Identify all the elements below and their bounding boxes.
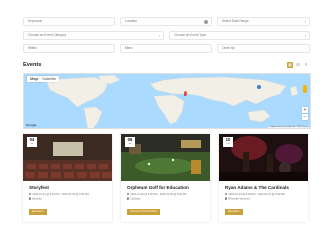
event-category-tag[interactable]: Concert & Performance (127, 209, 161, 215)
event-venue: Riverside Ventures (225, 197, 250, 200)
event-datetime-text: 2024-01-04 @ 6:30 PM - 2024-01-04 @ 9:00… (32, 193, 89, 197)
type-select[interactable]: Choose an Event Type › (169, 31, 310, 40)
street-view-icon[interactable] (303, 85, 307, 93)
location-pin-icon (127, 197, 129, 200)
google-logo: Google (26, 123, 37, 127)
date-range-placeholder: Select Date Range (222, 19, 249, 23)
event-venue-text: Sanorita (32, 197, 42, 201)
event-datetime-text: 2024-01-06 @ 6:00 PM - 2024-01-06 @ 8:00… (130, 193, 187, 197)
within-select[interactable]: Within (23, 44, 115, 53)
event-datetime: 2024-01-10 @ 6:00 PM - 2024-01-10 @ 9:00… (225, 193, 285, 196)
category-placeholder: Choose an Event Category (28, 33, 67, 37)
keywords-input[interactable]: Keywords (23, 17, 115, 26)
grid-view-icon[interactable]: ▦ (287, 62, 293, 68)
location-pin-icon (29, 197, 31, 200)
miles-select[interactable]: Miles (120, 44, 212, 53)
event-datetime-text: 2024-01-10 @ 6:00 PM - 2024-01-10 @ 9:00… (228, 193, 285, 197)
chevron-down-icon: › (304, 19, 306, 24)
location-input[interactable]: Location (120, 17, 212, 26)
event-venue: Sanorita (29, 197, 42, 200)
event-venue-text: Riverside Ventures (228, 197, 250, 201)
event-card[interactable]: 10 Jan Ryan Adams & The Cardinals 2024-0… (219, 134, 308, 222)
event-category-tag[interactable]: Education (225, 209, 243, 215)
event-month: Jan (30, 143, 34, 145)
event-date-badge: 06 Jan (125, 137, 135, 147)
location-placeholder: Location (125, 19, 138, 23)
location-pin-icon (225, 197, 227, 200)
event-datetime: 2024-01-04 @ 6:30 PM - 2024-01-04 @ 9:00… (29, 193, 89, 196)
event-month: Jan (226, 143, 230, 145)
event-venue-text: Colorado (130, 197, 141, 201)
events-map[interactable]: Map Satellite + − Google Keyboard shortc… (23, 73, 311, 129)
event-card[interactable]: 04 Jan Storyfest 2024-01-04 @ 6:30 PM - … (23, 134, 112, 222)
list-detail-icon[interactable]: ≡ (303, 62, 309, 68)
chevron-down-icon: › (304, 33, 306, 38)
event-title[interactable]: Orpheum Golf for Education (127, 185, 189, 190)
event-month: Jan (128, 143, 132, 145)
event-datetime: 2024-01-06 @ 6:00 PM - 2024-01-06 @ 8:00… (127, 193, 187, 196)
event-date-badge: 04 Jan (27, 137, 37, 147)
map-attribution: Keyboard shortcuts Map data ©2024 Terms (268, 126, 309, 128)
event-marker[interactable] (257, 85, 261, 89)
events-heading: Events (23, 62, 42, 68)
type-placeholder: Choose an Event Type (174, 33, 207, 37)
list-view-icon[interactable]: ☷ (295, 62, 301, 68)
zoom-out-button[interactable]: − (302, 114, 308, 120)
event-marker[interactable] (184, 91, 187, 96)
order-by-select[interactable]: Order By (217, 44, 310, 53)
event-title[interactable]: Storyfest (29, 185, 49, 190)
event-date-badge: 10 Jan (223, 137, 233, 147)
satellite-type-button[interactable]: Satellite (39, 76, 60, 82)
event-category-tag[interactable]: Education (29, 209, 47, 215)
locate-icon[interactable] (204, 20, 208, 24)
zoom-in-button[interactable]: + (302, 107, 308, 113)
event-venue: Colorado (127, 197, 141, 200)
event-card[interactable]: 06 Jan Orpheum Golf for Education 2024-0… (121, 134, 210, 222)
date-range-input[interactable]: Select Date Range › (217, 17, 310, 26)
event-title[interactable]: Ryan Adams & The Cardinals (225, 185, 289, 190)
chevron-down-icon: › (158, 33, 160, 38)
category-select[interactable]: Choose an Event Category › (23, 31, 164, 40)
world-map-graphic (45, 74, 299, 128)
